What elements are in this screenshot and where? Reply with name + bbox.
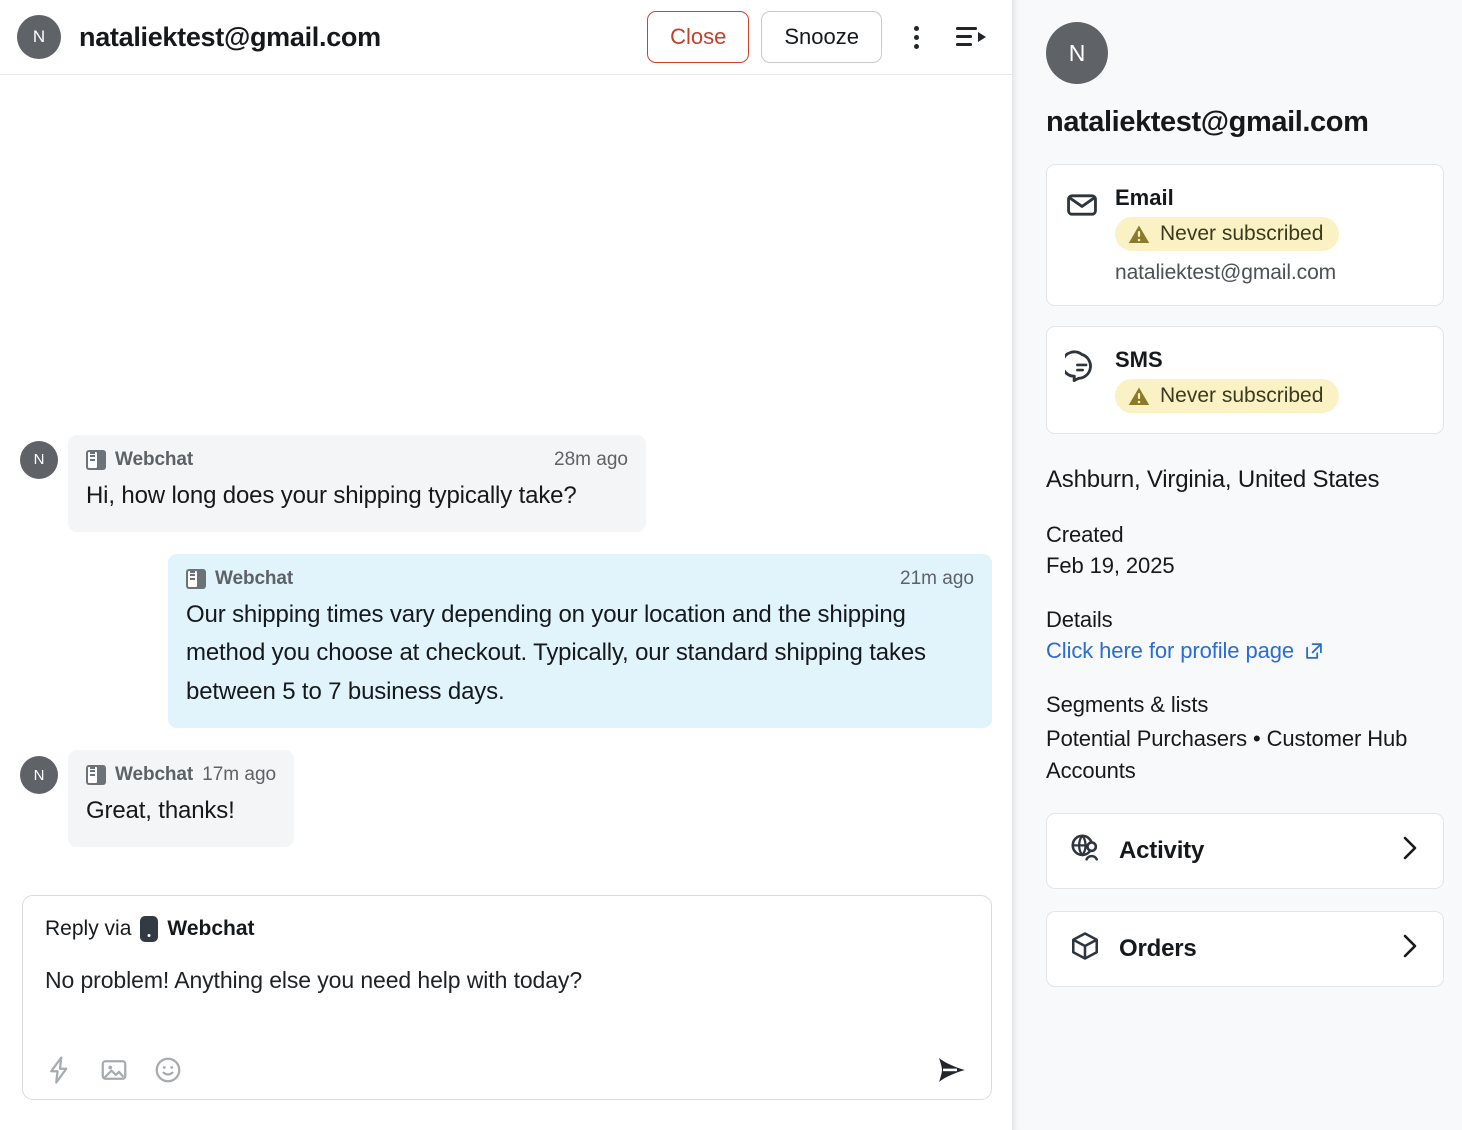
reply-composer[interactable]: Reply via Webchat No problem! Anything e… [22, 895, 992, 1100]
created-label: Created [1046, 522, 1124, 547]
nav-item-label: Activity [1119, 836, 1205, 864]
conversation-header: N nataliektest@gmail.com Close Snooze [0, 0, 1012, 75]
profile-nav-list: Activity Orders [1046, 812, 1444, 987]
image-icon[interactable] [99, 1055, 129, 1085]
warning-icon [1128, 387, 1150, 405]
channel-value: nataliektest@gmail.com [1115, 261, 1337, 284]
channel-body: Email Never subscribed nataliektest@gmai… [1115, 185, 1425, 285]
reply-channel-selector[interactable]: Reply via Webchat [45, 916, 969, 942]
emoji-icon[interactable] [153, 1055, 183, 1085]
status-badge-label: Never subscribed [1160, 222, 1324, 245]
created-field: Created Feb 19, 2025 [1046, 522, 1444, 579]
segments-field: Segments & lists Potential Purchasers • … [1046, 692, 1444, 787]
channel-card-sms[interactable]: SMS Never subscribed [1046, 326, 1444, 434]
message-timestamp: 21m ago [900, 567, 974, 589]
package-icon [1069, 930, 1101, 967]
send-icon [939, 1058, 965, 1082]
chevron-right-icon [1399, 931, 1421, 966]
webchat-icon [86, 765, 106, 786]
avatar: N [1046, 22, 1108, 84]
message-meta: Webchat 21m ago [186, 568, 974, 590]
message-channel: Webchat [215, 567, 294, 589]
status-badge: Never subscribed [1115, 217, 1340, 251]
sms-bubble-icon [1060, 350, 1099, 389]
details-label: Details [1046, 607, 1113, 632]
message-bubble: Webchat 21m ago Our shipping times vary … [168, 553, 992, 729]
send-button[interactable] [935, 1055, 969, 1085]
composer-toolbar [45, 1055, 969, 1085]
status-badge: Never subscribed [1115, 379, 1340, 413]
message-channel: Webchat [115, 764, 194, 786]
message-meta: Webchat 17m ago [86, 764, 276, 786]
profile-email: nataliektest@gmail.com [1046, 106, 1369, 138]
profile-page-link-label: Click here for profile page [1046, 638, 1294, 663]
message-timestamp: 17m ago [202, 764, 277, 786]
reply-channel-name: Webchat [167, 917, 255, 940]
conversation-pane: N nataliektest@gmail.com Close Snooze N … [0, 0, 1012, 1130]
kebab-menu-icon [913, 25, 919, 49]
message-item: N Webchat 28m ago Hi, how long does your… [20, 434, 992, 532]
envelope-icon [1065, 188, 1099, 227]
message-text: Hi, how long does your shipping typicall… [86, 481, 577, 509]
profile-page-link[interactable]: Click here for profile page [1046, 638, 1325, 664]
message-text: Our shipping times vary depending on you… [186, 600, 926, 706]
message-bubble: Webchat 28m ago Hi, how long does your s… [68, 434, 646, 532]
details-field: Details Click here for profile page [1046, 607, 1444, 664]
avatar: N [17, 15, 61, 59]
avatar: N [20, 756, 58, 795]
collapse-panel-icon [956, 27, 986, 46]
snooze-button[interactable]: Snooze [761, 11, 882, 63]
external-link-icon [1306, 643, 1322, 659]
header-actions: Close Snooze [647, 11, 994, 63]
profile-panel: N nataliektest@gmail.com Email Never sub… [1012, 0, 1462, 1130]
reply-via-label: Reply via [45, 917, 132, 940]
message-meta: Webchat 28m ago [86, 449, 628, 471]
channel-name: Email [1115, 185, 1174, 210]
message-channel: Webchat [115, 448, 194, 470]
globe-user-icon [1069, 832, 1101, 869]
lightning-icon[interactable] [45, 1055, 75, 1085]
nav-item-label: Orders [1119, 934, 1197, 962]
message-list: N Webchat 28m ago Hi, how long does your… [0, 75, 1012, 895]
created-value: Feb 19, 2025 [1046, 553, 1175, 578]
message-text: Great, thanks! [86, 797, 235, 825]
message-item: N Webchat 17m ago Great, thanks! [20, 750, 992, 847]
avatar: N [20, 440, 58, 479]
webchat-icon [186, 568, 206, 589]
segments-value: Potential Purchasers • Customer Hub Acco… [1046, 726, 1408, 783]
collapse-panel-button[interactable] [950, 15, 994, 59]
channel-card-email[interactable]: Email Never subscribed nataliektest@gmai… [1046, 164, 1444, 306]
profile-location: Ashburn, Virginia, United States [1046, 466, 1380, 493]
reply-input[interactable]: No problem! Anything else you need help … [45, 964, 969, 1037]
webchat-icon [140, 916, 159, 942]
close-button[interactable]: Close [647, 11, 750, 63]
channel-body: SMS Never subscribed [1115, 347, 1425, 413]
webchat-icon [86, 449, 106, 470]
message-bubble: Webchat 17m ago Great, thanks! [68, 750, 295, 847]
message-timestamp: 28m ago [554, 448, 628, 470]
segments-label: Segments & lists [1046, 692, 1209, 717]
nav-item-activity[interactable]: Activity [1046, 812, 1444, 889]
nav-item-orders[interactable]: Orders [1046, 910, 1444, 987]
inbox-conversation-screen: N nataliektest@gmail.com Close Snooze N … [0, 0, 1462, 1130]
chevron-right-icon [1399, 833, 1421, 868]
page-title: nataliektest@gmail.com [79, 21, 381, 52]
status-badge-label: Never subscribed [1160, 384, 1324, 407]
channel-name: SMS [1115, 347, 1163, 372]
warning-icon [1128, 225, 1150, 243]
more-options-button[interactable] [894, 15, 938, 59]
message-item: Webchat 21m ago Our shipping times vary … [20, 553, 992, 729]
